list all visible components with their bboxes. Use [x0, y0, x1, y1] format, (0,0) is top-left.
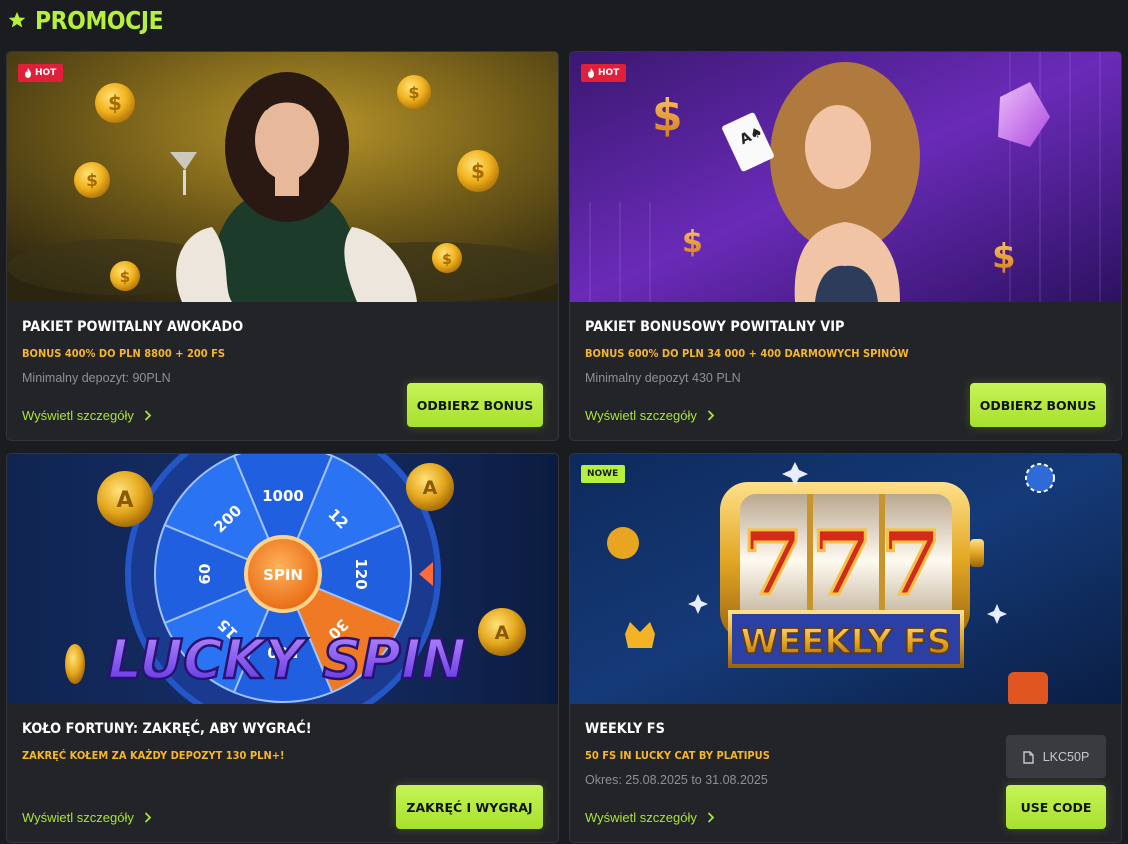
slot-reel-symbols: 777 [742, 511, 950, 615]
chevron-right-icon [144, 410, 152, 421]
promo-card-vip: A♠ $ $ $ HOT PAKIET BONUSOWY POWITALNY V… [569, 51, 1122, 441]
promo-card-weekly-fs: 777 WEEKLY FS NOWE WEEKLY FS 50 FS IN LU… [569, 453, 1122, 843]
promo-subtitle: BONUS 600% DO PLN 34 000 + 400 DARMOWYCH… [585, 347, 909, 360]
view-details-link[interactable]: Wyświetl szczegóły [585, 408, 715, 423]
wheel-segment-label: 1000 [262, 487, 304, 505]
svg-text:$: $ [992, 237, 1016, 277]
svg-text:$: $ [108, 91, 122, 115]
svg-text:A: A [495, 622, 510, 644]
svg-text:$: $ [120, 268, 130, 286]
copy-icon [1023, 750, 1034, 764]
hot-badge: HOT [581, 64, 627, 82]
svg-text:$: $ [442, 252, 452, 268]
spin-and-win-button[interactable]: ZAKRĘĆ I WYGRAJ [396, 785, 543, 829]
badge-label: HOT [598, 68, 620, 78]
promo-code: LKC50P [1042, 749, 1090, 764]
svg-text:A: A [116, 488, 133, 513]
wheel-center-label: SPIN [263, 566, 303, 584]
flame-icon [588, 68, 594, 78]
svg-text:$: $ [408, 83, 419, 102]
claim-bonus-button[interactable]: ODBIERZ BONUS [970, 383, 1106, 427]
chevron-right-icon [144, 812, 152, 823]
svg-text:$: $ [471, 159, 485, 183]
use-code-button[interactable]: USE CODE [1006, 785, 1106, 829]
promo-title: KOŁO FORTUNY: ZAKRĘĆ, ABY WYGRAĆ! [22, 721, 312, 737]
svg-text:$: $ [652, 90, 683, 141]
promo-card-wheel: 1000 12 120 30 500 15 60 200 SPIN A A A LUCKY S… [6, 453, 559, 843]
promo-title: PAKIET BONUSOWY POWITALNY VIP [585, 319, 845, 335]
new-badge: NOWE [581, 465, 626, 483]
svg-text:$: $ [682, 225, 703, 260]
promo-subtitle: ZAKRĘĆ KOŁEM ZA KAŻDY DEPOZYT 130 PLN+! [22, 749, 285, 762]
flame-icon [25, 68, 31, 78]
svg-text:$: $ [86, 171, 98, 191]
promo-banner-image: 1000 12 120 30 500 15 60 200 SPIN A A A LUCKY S… [7, 454, 558, 704]
badge-label: NOWE [587, 469, 619, 479]
view-details-label: Wyświetl szczegóły [22, 810, 134, 825]
badge-label: HOT [35, 68, 57, 78]
page-header: PROMOCJE [8, 4, 181, 36]
banner-headline: WEEKLY FS [741, 622, 952, 662]
view-details-label: Wyświetl szczegóły [585, 408, 697, 423]
promo-banner-image: $ $ $ $ $ $ HOT [7, 52, 558, 302]
claim-bonus-button[interactable]: ODBIERZ BONUS [407, 383, 543, 427]
promo-banner-image: 777 WEEKLY FS NOWE [570, 454, 1121, 704]
promo-info: Minimalny depozyt 430 PLN [585, 371, 741, 385]
view-details-label: Wyświetl szczegóły [585, 810, 697, 825]
promo-period: Okres: 25.08.2025 to 31.08.2025 [585, 773, 768, 787]
chevron-right-icon [707, 812, 715, 823]
promo-subtitle: 50 FS IN LUCKY CAT BY PLATIPUS [585, 749, 770, 762]
promo-banner-image: A♠ $ $ $ HOT [570, 52, 1121, 302]
promo-title: WEEKLY FS [585, 721, 665, 737]
promo-info: Minimalny depozyt: 90PLN [22, 371, 171, 385]
star-icon [8, 11, 26, 28]
promo-title: PAKIET POWITALNY AWOKADO [22, 319, 244, 335]
banner-headline: LUCKY SPIN [108, 628, 466, 691]
chevron-right-icon [707, 410, 715, 421]
hot-badge: HOT [18, 64, 64, 82]
wheel-segment-label: 60 [196, 564, 214, 585]
view-details-link[interactable]: Wyświetl szczegóły [22, 810, 152, 825]
view-details-link[interactable]: Wyświetl szczegóły [22, 408, 152, 423]
page-title: PROMOCJE [35, 5, 164, 35]
promo-card-welcome: $ $ $ $ $ $ HOT PAKIET POWITALNY AWOKADO… [6, 51, 559, 441]
promo-code-copy[interactable]: LKC50P [1006, 735, 1106, 778]
view-details-label: Wyświetl szczegóły [22, 408, 134, 423]
svg-text:A: A [423, 477, 438, 499]
wheel-segment-label: 120 [352, 558, 370, 589]
view-details-link[interactable]: Wyświetl szczegóły [585, 810, 715, 825]
promo-subtitle: BONUS 400% DO PLN 8800 + 200 FS [22, 347, 226, 360]
